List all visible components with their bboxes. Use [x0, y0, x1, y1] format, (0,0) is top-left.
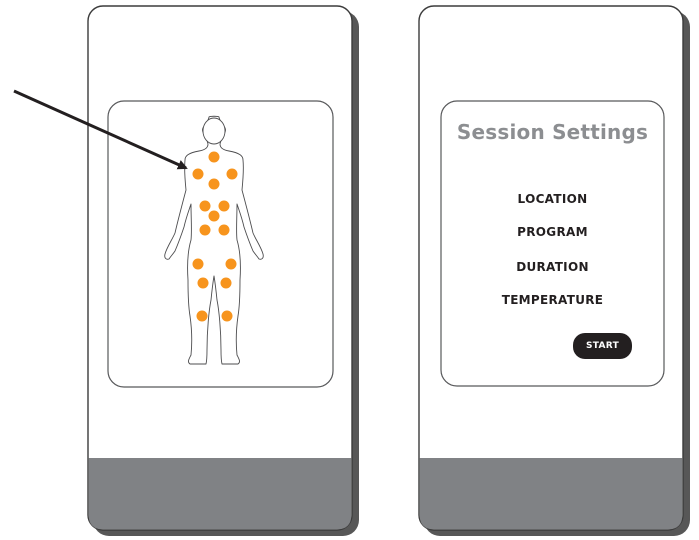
location-marker	[208, 210, 220, 222]
location-marker	[220, 277, 232, 289]
location-marker	[192, 258, 204, 270]
start-button[interactable]: START	[573, 333, 632, 359]
location-marker	[208, 178, 220, 190]
body-map-panel	[107, 100, 334, 388]
temperature-setting[interactable]: TEMPERATURE	[441, 293, 664, 307]
location-marker	[199, 200, 211, 212]
location-setting[interactable]: LOCATION	[441, 192, 664, 206]
location-marker	[199, 224, 211, 236]
duration-setting[interactable]: DURATION	[441, 260, 664, 274]
location-marker	[197, 277, 209, 289]
left-phone	[87, 5, 359, 536]
session-settings-title: Session Settings	[456, 120, 649, 144]
program-setting[interactable]: PROGRAM	[441, 225, 664, 239]
left-phone-footer	[88, 458, 352, 530]
location-marker	[196, 310, 208, 322]
location-marker	[218, 224, 230, 236]
location-marker	[208, 151, 220, 163]
right-phone-footer	[419, 458, 683, 530]
location-marker	[192, 168, 204, 180]
location-marker	[221, 310, 233, 322]
location-marker	[218, 200, 230, 212]
location-marker	[225, 258, 237, 270]
location-marker	[226, 168, 238, 180]
